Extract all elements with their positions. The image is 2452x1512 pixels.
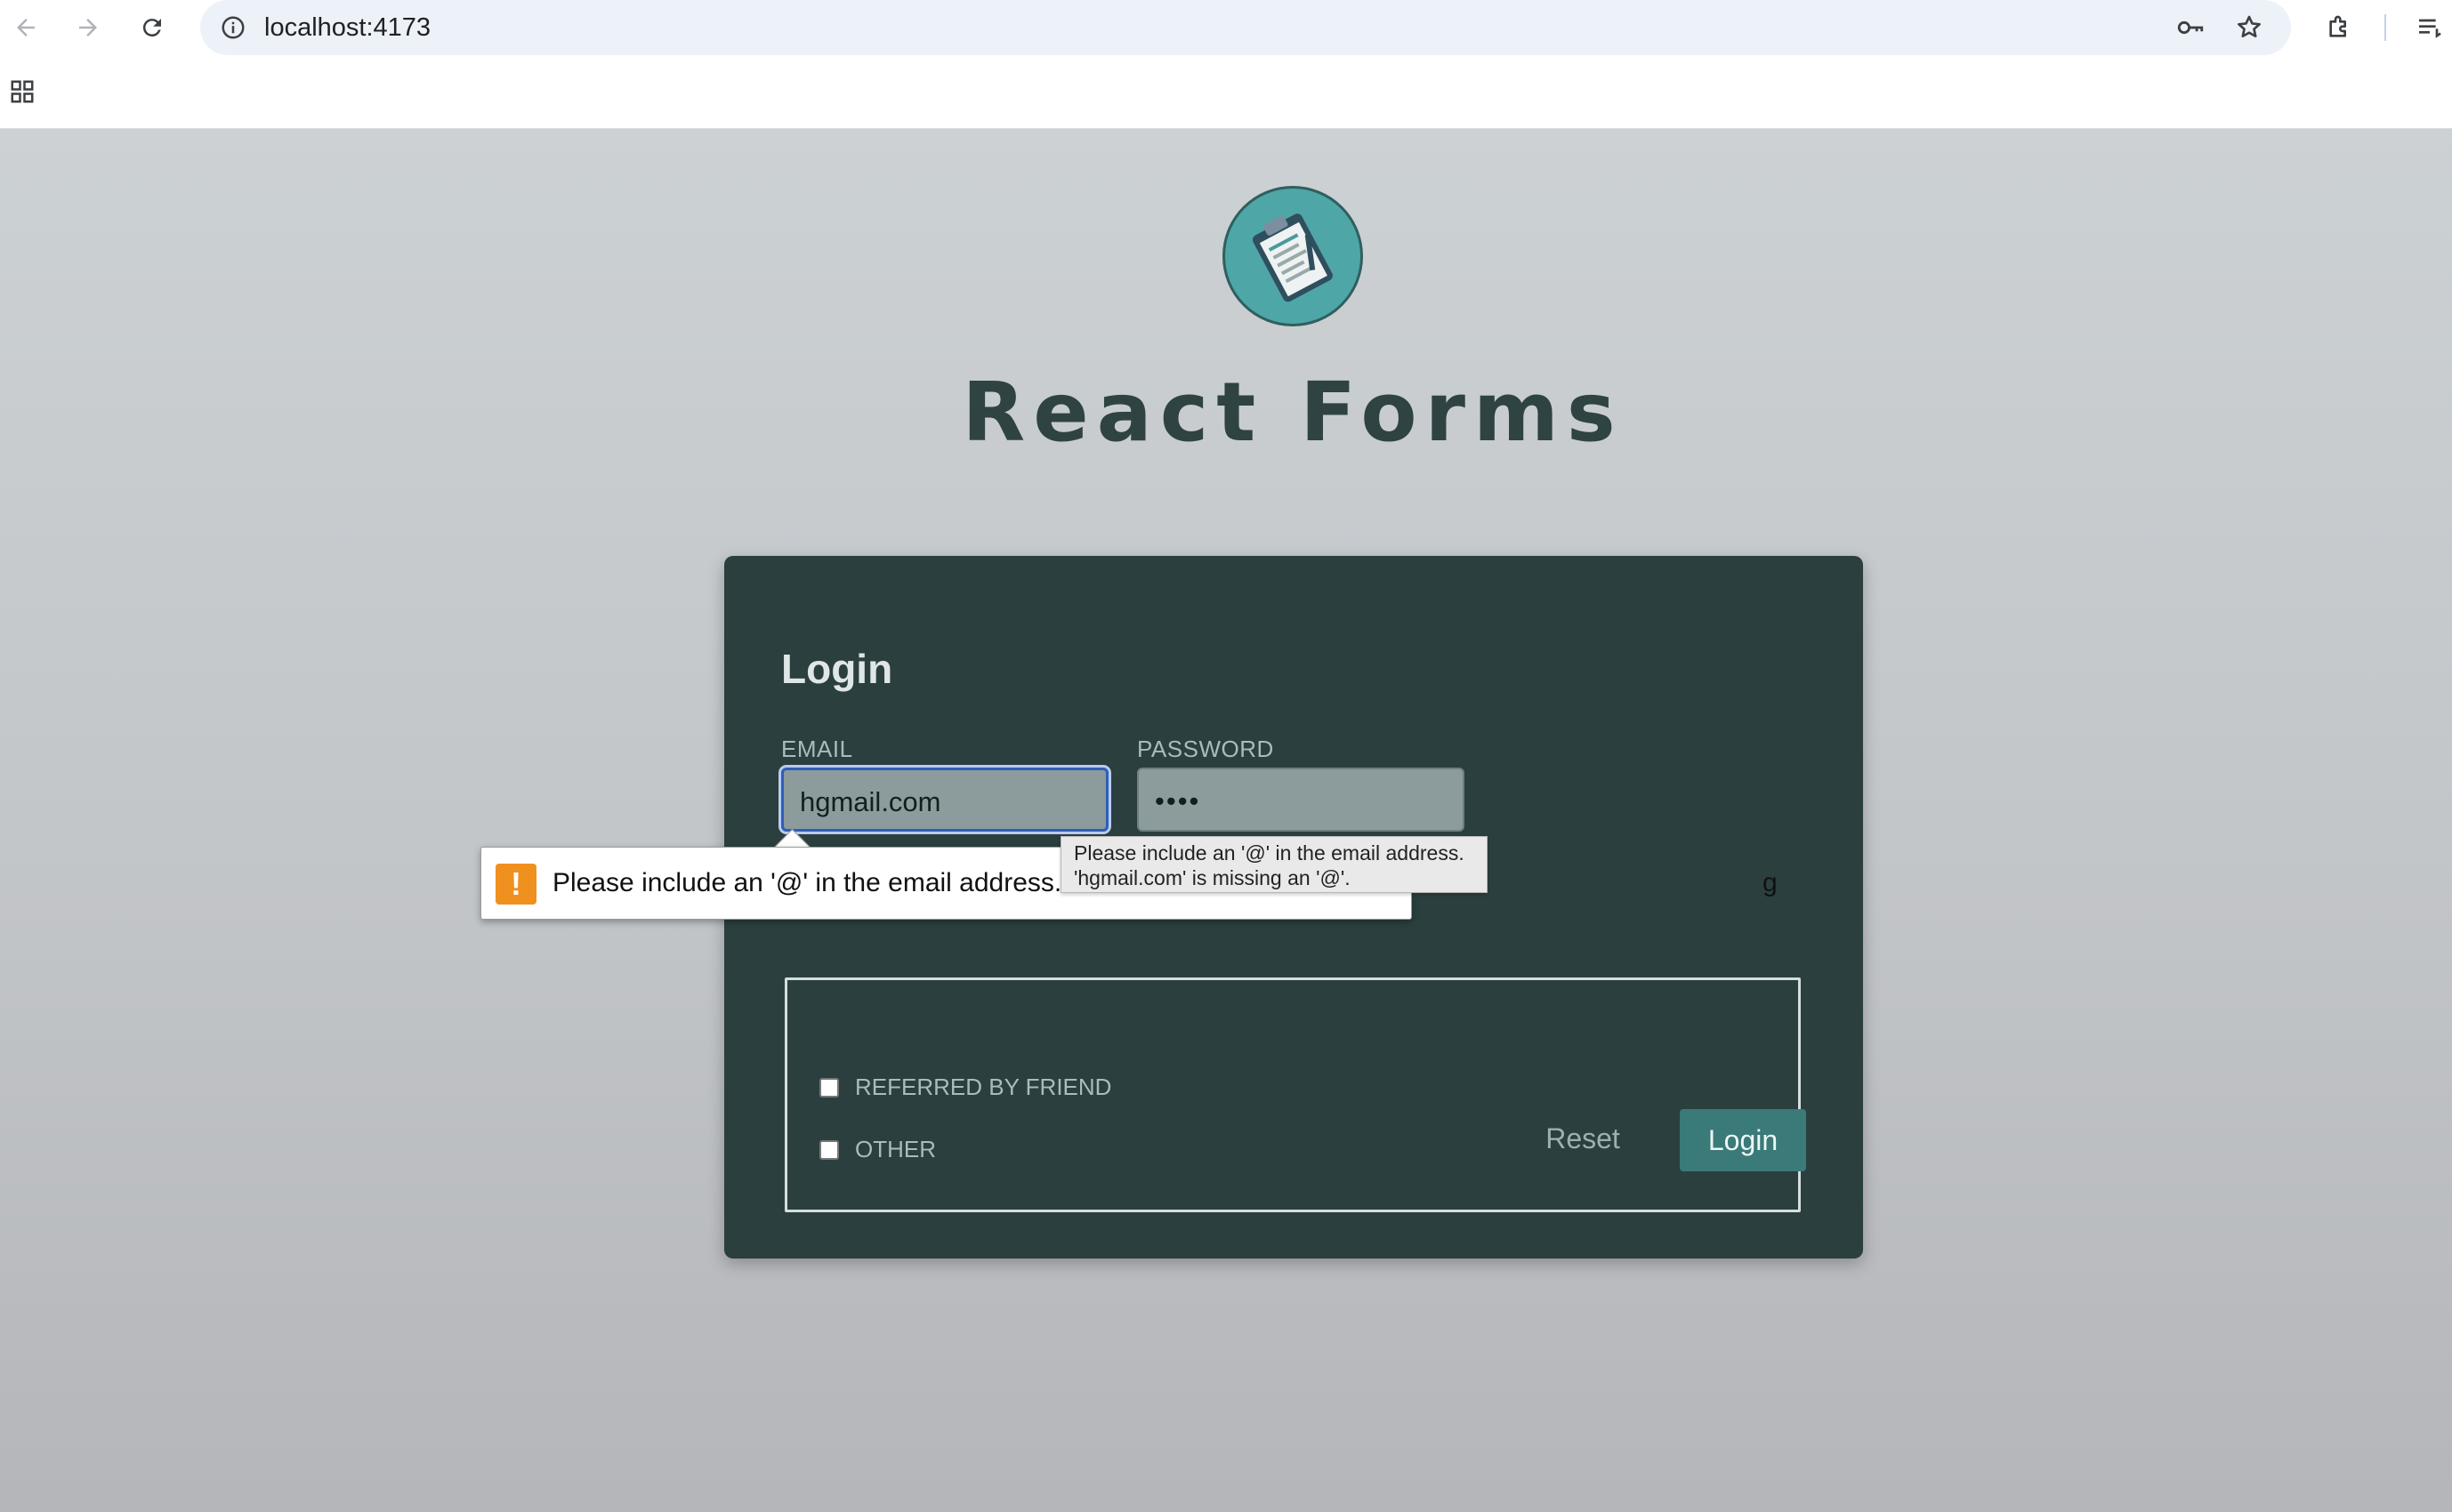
tooltip-line-2: 'hgmail.com' is missing an '@'. xyxy=(1074,866,1351,889)
app-title: React Forms xyxy=(962,365,1624,460)
forward-button[interactable] xyxy=(71,11,105,44)
forward-arrow-icon xyxy=(79,19,97,36)
validation-tooltip: Please include an '@' in the email addre… xyxy=(1061,836,1488,893)
back-arrow-icon xyxy=(17,19,35,36)
clipboard-icon xyxy=(1222,186,1363,326)
source-fieldset: REFERRED BY FRIEND OTHER xyxy=(785,977,1801,1212)
address-bar[interactable]: localhost:4173 xyxy=(200,0,2291,55)
email-field[interactable]: hgmail.com xyxy=(778,765,1111,834)
other-checkbox[interactable] xyxy=(819,1139,839,1160)
other-checkbox-label: OTHER xyxy=(855,1136,936,1162)
reload-icon xyxy=(142,19,161,37)
validation-message: Please include an '@' in the email addre… xyxy=(553,868,1089,897)
form-title: Login xyxy=(781,646,893,692)
site-info-icon[interactable] xyxy=(216,11,250,44)
apps-grid-icon[interactable] xyxy=(5,75,39,109)
referred-checkbox[interactable] xyxy=(819,1077,839,1098)
validation-message-tail: g xyxy=(1762,868,1778,897)
bookmark-star-icon[interactable] xyxy=(2232,11,2266,44)
url-text[interactable]: localhost:4173 xyxy=(264,0,431,55)
checkbox-row-other[interactable]: OTHER xyxy=(819,1136,936,1163)
reload-button[interactable] xyxy=(135,11,169,44)
page-background: React Forms Login EMAIL hgmail.com PASSW… xyxy=(0,129,2452,1512)
password-label: PASSWORD xyxy=(1137,736,1274,762)
referred-checkbox-label: REFERRED BY FRIEND xyxy=(855,1074,1112,1100)
warning-icon: ! xyxy=(496,864,536,905)
bookmarks-bar xyxy=(0,55,2452,130)
password-field[interactable]: •••• xyxy=(1137,768,1464,832)
checkbox-row-referred[interactable]: REFERRED BY FRIEND xyxy=(819,1074,1111,1101)
back-button[interactable] xyxy=(9,11,43,44)
password-key-icon[interactable] xyxy=(2174,11,2207,44)
reset-button[interactable]: Reset xyxy=(1529,1109,1636,1168)
extensions-icon[interactable] xyxy=(2322,11,2356,44)
browser-toolbar: localhost:4173 xyxy=(0,0,2452,55)
tooltip-line-1: Please include an '@' in the email addre… xyxy=(1074,841,1464,865)
reading-list-icon[interactable] xyxy=(2413,11,2447,44)
login-button[interactable]: Login xyxy=(1680,1109,1806,1171)
toolbar-separator xyxy=(2384,14,2386,41)
email-label: EMAIL xyxy=(781,736,853,762)
